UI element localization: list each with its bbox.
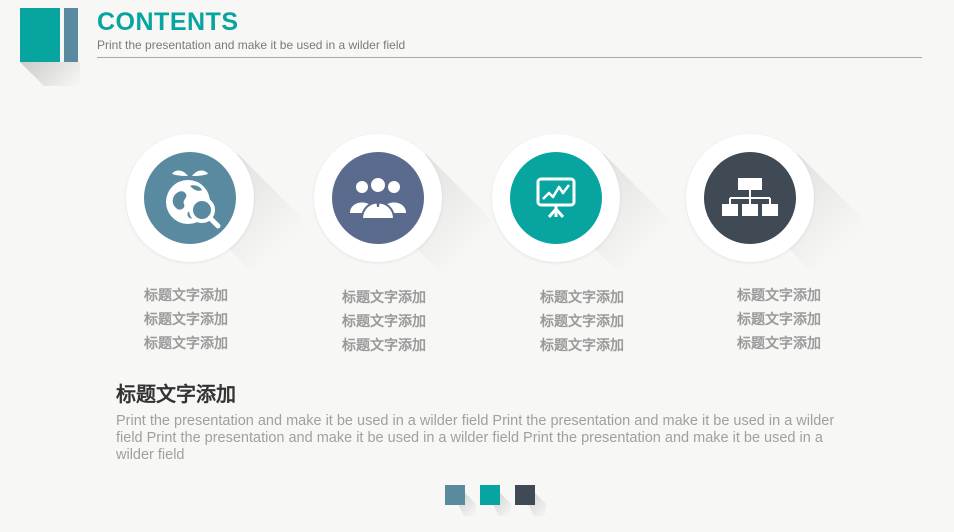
logo-shadow bbox=[20, 62, 80, 86]
item-label: 标题文字添加 bbox=[342, 289, 426, 305]
item-label: 标题文字添加 bbox=[540, 289, 624, 305]
presentation-chart-icon bbox=[510, 152, 602, 244]
item-labels-team: 标题文字添加 标题文字添加 标题文字添加 bbox=[314, 285, 454, 357]
item-label: 标题文字添加 bbox=[737, 287, 821, 303]
team-icon bbox=[332, 152, 424, 244]
item-label: 标题文字添加 bbox=[144, 287, 228, 303]
item-label: 标题文字添加 bbox=[737, 335, 821, 351]
item-label: 标题文字添加 bbox=[737, 311, 821, 327]
item-globe bbox=[126, 134, 316, 284]
square-slate bbox=[445, 485, 465, 505]
item-label: 标题文字添加 bbox=[540, 313, 624, 329]
item-label: 标题文字添加 bbox=[342, 313, 426, 329]
globe-search-icon bbox=[144, 152, 236, 244]
logo-block-large bbox=[20, 8, 60, 62]
page-title: CONTENTS bbox=[97, 8, 239, 36]
item-labels-org: 标题文字添加 标题文字添加 标题文字添加 bbox=[709, 283, 849, 355]
item-labels-presentation: 标题文字添加 标题文字添加 标题文字添加 bbox=[512, 285, 652, 357]
org-chart-icon bbox=[704, 152, 796, 244]
section-heading: 标题文字添加 bbox=[116, 384, 236, 406]
item-label: 标题文字添加 bbox=[144, 335, 228, 351]
square-teal bbox=[480, 485, 500, 505]
item-presentation bbox=[492, 134, 682, 284]
item-label: 标题文字添加 bbox=[342, 337, 426, 353]
header-divider bbox=[97, 57, 922, 58]
item-org bbox=[686, 134, 876, 284]
section-body: Print the presentation and make it be us… bbox=[116, 413, 835, 463]
item-label: 标题文字添加 bbox=[144, 311, 228, 327]
logo-block-narrow bbox=[64, 8, 78, 62]
item-label: 标题文字添加 bbox=[540, 337, 624, 353]
page-subtitle: Print the presentation and make it be us… bbox=[97, 38, 406, 52]
square-charcoal bbox=[515, 485, 535, 505]
item-team bbox=[314, 134, 504, 284]
item-labels-globe: 标题文字添加 标题文字添加 标题文字添加 bbox=[116, 283, 256, 355]
